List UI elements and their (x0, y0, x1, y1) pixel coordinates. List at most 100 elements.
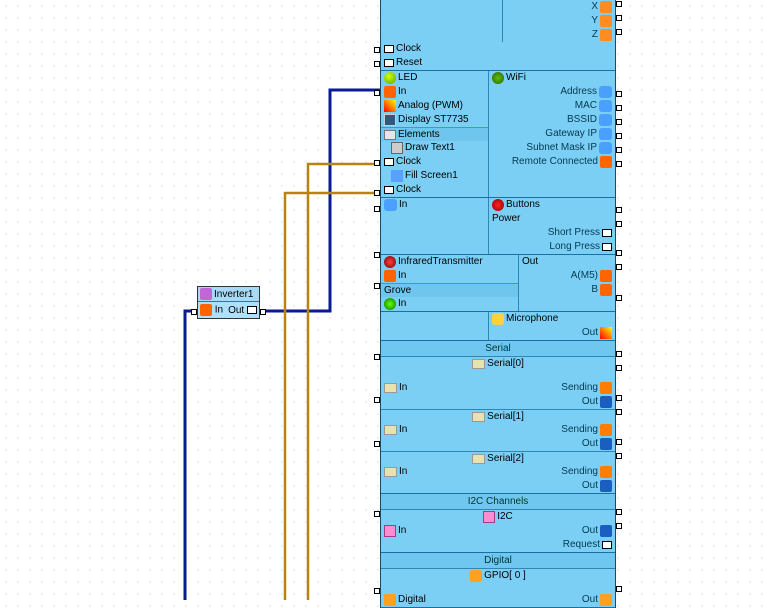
pin-in-connector[interactable] (191, 309, 197, 315)
row-fill[interactable]: Fill Screen1 (381, 169, 488, 183)
pin-in[interactable]: In (200, 304, 223, 316)
row-ser1-hdr[interactable]: Serial[1] (381, 409, 615, 423)
row-long[interactable]: Long Press (489, 240, 615, 254)
pin-y[interactable] (616, 15, 622, 21)
pin-i2c-out[interactable] (616, 509, 622, 515)
pin-long[interactable] (616, 221, 622, 227)
axis-y-label: Y (591, 14, 598, 28)
row-am5[interactable]: A(M5) (519, 269, 615, 283)
pin-i2c-in[interactable] (374, 511, 380, 517)
row-b[interactable]: B (519, 283, 615, 297)
pin-short[interactable] (616, 207, 622, 213)
row-i2c-req[interactable]: Request (381, 538, 615, 552)
row-elements[interactable]: Elements (381, 127, 488, 141)
row-short[interactable]: Short Press (489, 226, 615, 240)
row-ser0-out[interactable]: Out (381, 395, 615, 409)
pulse-icon (247, 306, 257, 314)
row-mac[interactable]: MAC (489, 99, 615, 113)
row-digital[interactable]: Digital Out (381, 593, 615, 607)
pin-out-connector[interactable] (260, 309, 266, 315)
row-gateway[interactable]: Gateway IP (489, 127, 615, 141)
pulse-icon (602, 541, 612, 549)
row-buttons[interactable]: Buttons (489, 198, 615, 212)
row-ser1-out[interactable]: Out (381, 437, 615, 451)
row-in[interactable]: In (381, 85, 488, 99)
row-draw[interactable]: Draw Text1 (381, 141, 488, 155)
analog-icon (600, 327, 612, 339)
pulse-icon (384, 59, 394, 67)
pin-clock-top[interactable] (374, 47, 380, 53)
pin-in-led[interactable] (374, 90, 380, 96)
pin-mic-out[interactable] (616, 295, 622, 301)
row-gpio-hdr[interactable]: GPIO[ 0 ] (381, 569, 615, 583)
row-in3[interactable]: In (381, 198, 489, 212)
pin-in3[interactable] (374, 206, 380, 212)
row-ir[interactable]: InfraredTransmitter (381, 255, 518, 269)
row-display[interactable]: Display ST7735 (381, 113, 488, 127)
row-analog[interactable]: Analog (PWM) (381, 99, 488, 113)
pin-am5[interactable] (616, 250, 622, 256)
node-inverter[interactable]: Inverter1 In Out (197, 286, 260, 319)
pin-z[interactable] (616, 29, 622, 35)
row-clock2[interactable]: Clock (381, 183, 488, 197)
pin-ser2-in[interactable] (374, 441, 380, 447)
pin-bssid[interactable] (616, 119, 622, 125)
row-clock1[interactable]: Clock (381, 155, 488, 169)
pin-ser2-send[interactable] (616, 439, 622, 445)
row-subnet[interactable]: Subnet Mask IP (489, 141, 615, 155)
row-bssid[interactable]: BSSID (489, 113, 615, 127)
pin-subnet[interactable] (616, 147, 622, 153)
pin-ser0-send[interactable] (616, 351, 622, 357)
row-ser2-hdr[interactable]: Serial[2] (381, 451, 615, 465)
pin-out[interactable]: Out (228, 305, 257, 316)
axis-z-icon (600, 29, 612, 41)
pin-ir-in[interactable] (374, 252, 380, 258)
row-ser0-hdr[interactable]: Serial[0] (381, 357, 615, 371)
pulse-icon (384, 45, 394, 53)
row-remote[interactable]: Remote Connected (489, 155, 615, 169)
pin-i2c-req[interactable] (616, 523, 622, 529)
pin-digital-out[interactable] (616, 586, 622, 592)
row-ir-out[interactable]: Out (519, 255, 615, 269)
axis-y-icon (600, 15, 612, 27)
row-ser0-in[interactable]: In Sending (381, 381, 615, 395)
row-mic[interactable]: Microphone (489, 312, 615, 326)
row-reset[interactable]: Reset (381, 56, 615, 70)
pin-x[interactable] (616, 1, 622, 7)
pin-address[interactable] (616, 91, 622, 97)
section-mic: Microphone Out (381, 312, 615, 341)
row-address[interactable]: Address (489, 85, 615, 99)
pin-remote[interactable] (616, 161, 622, 167)
row-ser1-in[interactable]: In Sending (381, 423, 615, 437)
row-power[interactable]: Power (489, 212, 615, 226)
row-ir-in[interactable]: In (381, 269, 518, 283)
net-icon (599, 100, 612, 112)
row-ser2-out[interactable]: Out (381, 479, 615, 493)
row-i2c-hdr[interactable]: I2C (381, 510, 615, 524)
serial-title: Serial (381, 341, 615, 357)
pin-ser0-in[interactable] (374, 354, 380, 360)
pin-gateway[interactable] (616, 133, 622, 139)
pin-digital-in[interactable] (374, 588, 380, 594)
row-ser2-in[interactable]: In Sending (381, 465, 615, 479)
pin-clock1[interactable] (374, 160, 380, 166)
pin-b[interactable] (616, 264, 622, 270)
row-clock-top[interactable]: Clock (381, 42, 615, 56)
row-i2c-in[interactable]: In Out (381, 524, 615, 538)
serial-icon (384, 425, 397, 435)
row-grove-in[interactable]: In (381, 297, 518, 311)
row-mic-out[interactable]: Out (489, 326, 615, 340)
inverter-icon (200, 288, 212, 300)
row-led[interactable]: LED (381, 71, 488, 85)
pin-ser1-send[interactable] (616, 395, 622, 401)
pin-ser0-out[interactable] (616, 365, 622, 371)
row-grove[interactable]: Grove (381, 283, 518, 297)
pin-ser2-out[interactable] (616, 453, 622, 459)
pin-clock2[interactable] (374, 190, 380, 196)
pin-ser1-out[interactable] (616, 409, 622, 415)
row-wifi[interactable]: WiFi (489, 71, 615, 85)
pin-grove-in[interactable] (374, 283, 380, 289)
pin-reset[interactable] (374, 61, 380, 67)
pin-mac[interactable] (616, 105, 622, 111)
pin-ser1-in[interactable] (374, 397, 380, 403)
